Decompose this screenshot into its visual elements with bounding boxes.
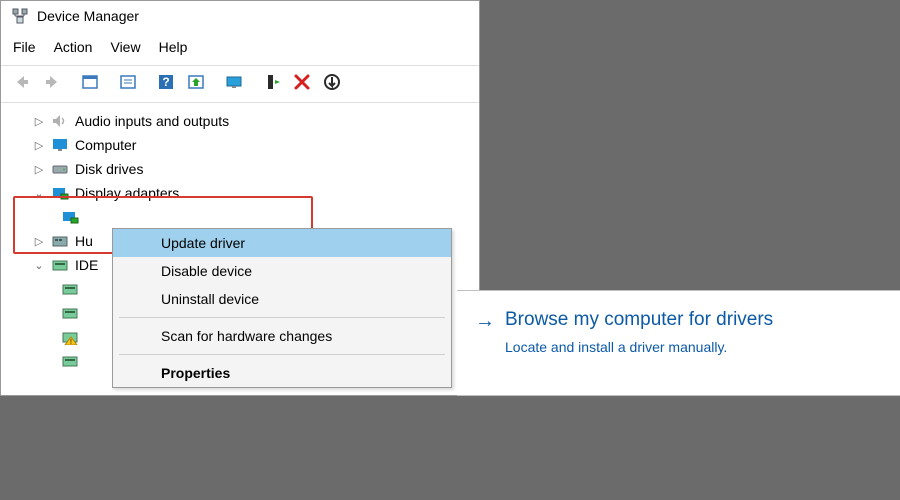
collapse-icon[interactable]: ⌄ (33, 259, 45, 272)
expand-icon[interactable]: ▷ (33, 163, 45, 176)
back-button[interactable] (9, 70, 35, 94)
ctx-uninstall-device[interactable]: Uninstall device (113, 285, 451, 313)
ctx-disable-device[interactable]: Disable device (113, 257, 451, 285)
menu-view[interactable]: View (110, 39, 140, 55)
controller-icon (51, 257, 69, 273)
node-label: Computer (75, 137, 136, 153)
scan-button[interactable] (183, 70, 209, 94)
toolbar: ? (1, 65, 479, 103)
collapse-icon[interactable]: ⌄ (33, 187, 45, 200)
node-label: Hu (75, 233, 93, 249)
tree-node-computer[interactable]: ▷ Computer (15, 133, 479, 157)
uninstall-button[interactable] (289, 70, 315, 94)
svg-text:?: ? (162, 75, 169, 89)
titlebar: Device Manager (1, 1, 479, 31)
properties-button[interactable] (115, 70, 141, 94)
ctx-scan-hardware[interactable]: Scan for hardware changes (113, 322, 451, 350)
menu-file[interactable]: File (13, 39, 36, 55)
tree-node-display-adapters[interactable]: ⌄ Display adapters (15, 181, 479, 205)
menubar: File Action View Help (1, 31, 479, 65)
forward-button[interactable] (39, 70, 65, 94)
controller-icon (61, 281, 79, 297)
browse-subtitle: Locate and install a driver manually. (505, 339, 886, 355)
monitor-icon (51, 137, 69, 153)
controller-icon (61, 305, 79, 321)
menu-action[interactable]: Action (54, 39, 93, 55)
hid-icon (51, 233, 69, 249)
menu-help[interactable]: Help (159, 39, 188, 55)
show-hide-button[interactable] (77, 70, 103, 94)
window-title: Device Manager (37, 8, 139, 24)
display-adapter-icon (51, 185, 69, 201)
expand-icon[interactable]: ▷ (33, 115, 45, 128)
speaker-icon (51, 113, 69, 129)
node-label: IDE (75, 257, 98, 273)
ctx-properties[interactable]: Properties (113, 359, 451, 387)
context-menu: Update driver Disable device Uninstall d… (112, 228, 452, 388)
ctx-update-driver[interactable]: Update driver (113, 229, 451, 257)
tree-node-display-child[interactable] (15, 205, 479, 229)
display-adapter-icon (61, 209, 79, 225)
node-label: Disk drives (75, 161, 143, 177)
monitor-button[interactable] (221, 70, 247, 94)
svg-text:!: ! (70, 339, 72, 345)
node-label: Display adapters (75, 185, 179, 201)
device-manager-icon (11, 7, 29, 25)
update-driver-button[interactable] (259, 70, 285, 94)
disable-button[interactable] (319, 70, 345, 94)
tree-node-disk[interactable]: ▷ Disk drives (15, 157, 479, 181)
controller-icon (61, 353, 79, 369)
expand-icon[interactable]: ▷ (33, 235, 45, 248)
browse-title: Browse my computer for drivers (505, 309, 773, 331)
expand-icon[interactable]: ▷ (33, 139, 45, 152)
ctx-separator (119, 354, 445, 355)
disk-icon (51, 161, 69, 177)
controller-warning-icon: ! (61, 329, 79, 345)
arrow-right-icon: → (475, 309, 495, 333)
help-button[interactable]: ? (153, 70, 179, 94)
tree-node-audio[interactable]: ▷ Audio inputs and outputs (15, 109, 479, 133)
browse-drivers-option[interactable]: → Browse my computer for drivers Locate … (457, 290, 900, 396)
ctx-separator (119, 317, 445, 318)
node-label: Audio inputs and outputs (75, 113, 229, 129)
